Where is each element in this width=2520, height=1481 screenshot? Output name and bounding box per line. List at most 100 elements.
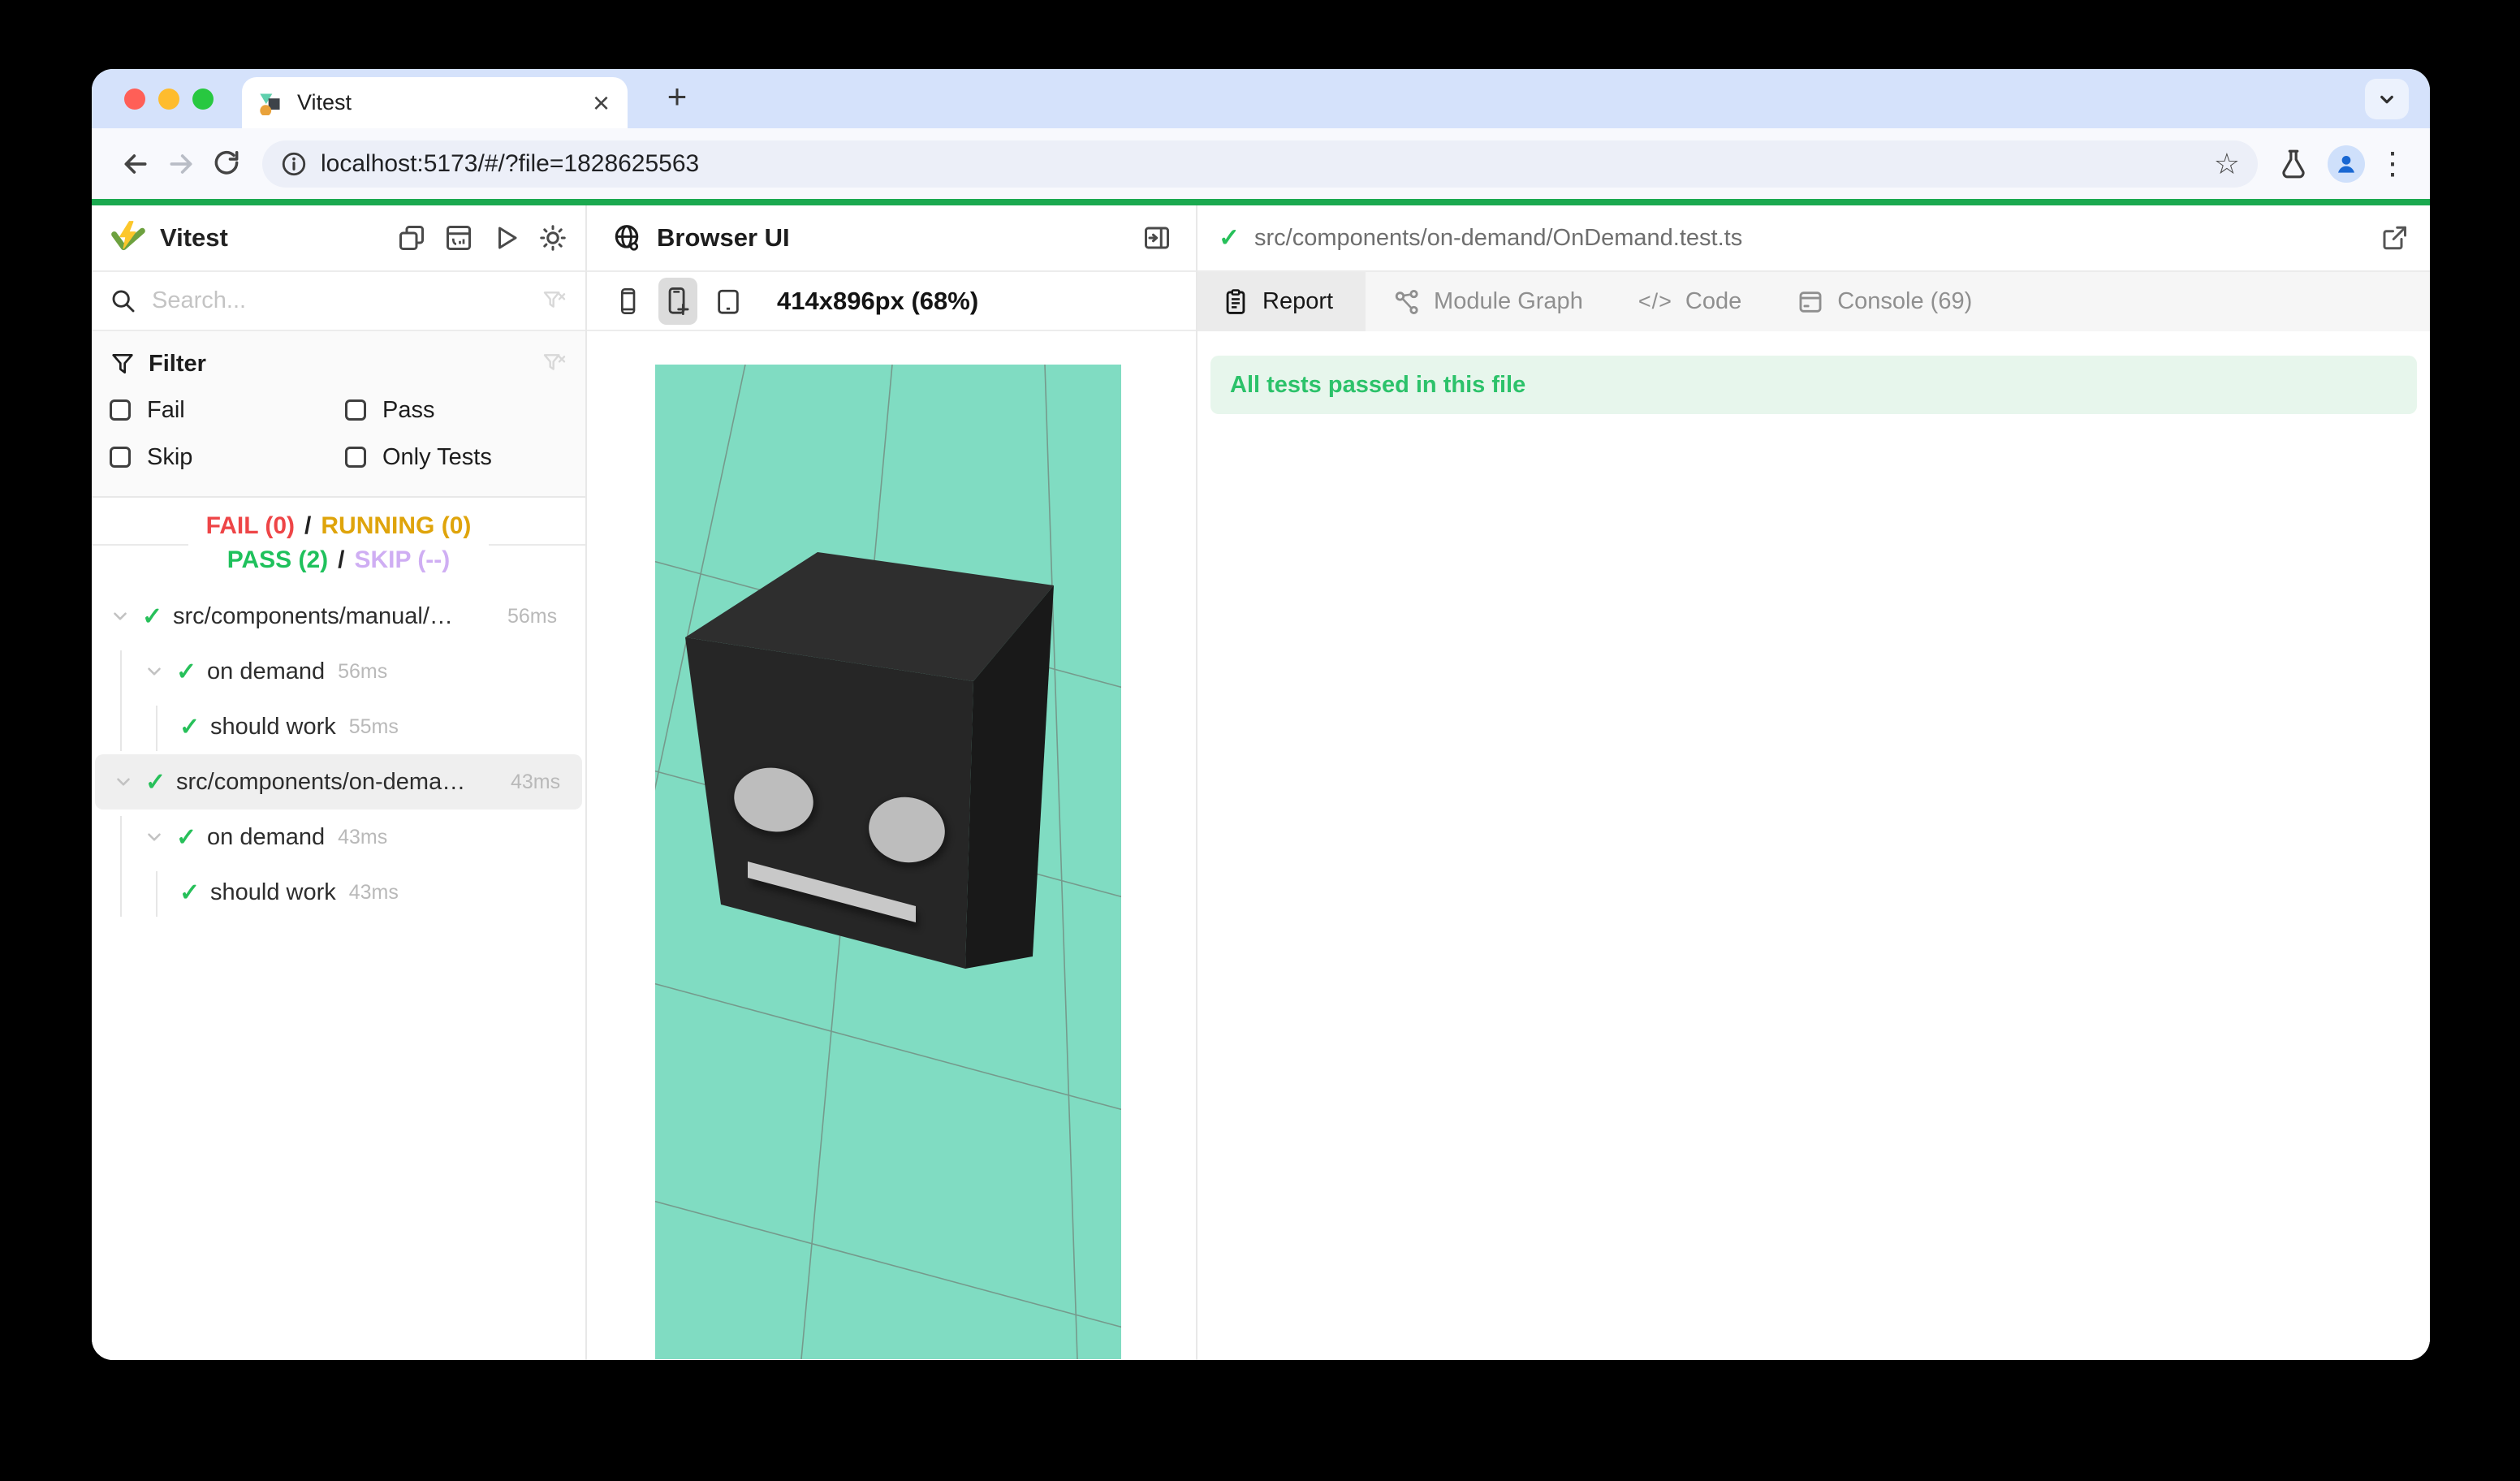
open-external-icon[interactable] [2380,223,2409,253]
tree-row-suite[interactable]: ✓ on demand 43ms [92,810,585,865]
url-text[interactable]: localhost:5173/#/?file=1828625563 [321,150,2214,178]
device-phone-button[interactable] [608,278,647,325]
run-summary: FAIL (0)/RUNNING (0) PASS (2)/SKIP (--) [92,498,585,589]
tree-label: src/components/on-dema… [176,769,498,796]
close-tab-icon[interactable]: × [593,89,610,118]
tree-label: should work [210,879,336,906]
experiments-button[interactable] [2271,141,2316,187]
browser-ui-panel: Browser UI 414x896px (68%) [587,205,1197,1360]
profile-avatar[interactable] [2328,145,2365,183]
flask-icon [2278,149,2309,179]
tree-row-file-selected[interactable]: ✓ src/components/on-dema… 43ms [95,754,582,810]
tree-duration: 43ms [511,771,560,794]
pass-check-icon: ✓ [142,602,173,631]
checkbox[interactable] [345,399,366,421]
chevron-down-icon[interactable] [144,661,176,682]
theme-sun-icon[interactable] [538,223,567,253]
console-icon [1797,288,1824,316]
address-bar[interactable]: localhost:5173/#/?file=1828625563 ☆ [262,140,2258,188]
summary-line-1: FAIL (0)/RUNNING (0) [206,509,472,543]
tree-label: should work [210,714,336,740]
windows-overlap-icon[interactable] [397,223,426,253]
person-icon [2333,151,2359,177]
device-toolbar: 414x896px (68%) [587,272,1196,331]
arrow-right-icon [165,148,197,180]
tree-row-file[interactable]: ✓ src/components/manual/… 56ms [92,589,585,644]
window-controls [124,89,214,110]
device-phone-plus-button[interactable] [658,278,697,325]
tree-duration: 43ms [349,881,399,905]
file-header: ✓ src/components/on-demand/OnDemand.test… [1197,205,2430,272]
phone-plus-icon [664,286,692,317]
chevron-down-icon[interactable] [113,771,145,792]
device-tablet-button[interactable] [709,278,748,325]
browser-toolbar: localhost:5173/#/?file=1828625563 ☆ ⋮ [92,128,2430,199]
tree-row-test[interactable]: ✓ should work 43ms [92,865,585,920]
tab-strip: Vitest × + [92,69,2430,128]
details-tab-bar: Report Module Graph </> Code Console (69… [1197,272,2430,331]
chevron-down-icon[interactable] [144,827,176,848]
filter-checkbox-pass[interactable]: Pass [345,386,567,434]
tree-duration: 55ms [349,715,399,739]
forward-button[interactable] [158,141,204,187]
globe-icon [611,222,642,253]
pass-check-icon: ✓ [1219,223,1240,253]
robot-cube [685,552,1054,969]
tab-console[interactable]: Console (69) [1769,272,2000,331]
test-tree: ✓ src/components/manual/… 56ms ✓ on dema… [92,589,585,1360]
browser-window: Vitest × + localhost:5173/#/?file=182862… [92,69,2430,1360]
tab-code[interactable]: </> Code [1611,272,1769,331]
filter-checkbox-skip[interactable]: Skip [110,434,345,481]
tree-row-suite[interactable]: ✓ on demand 56ms [92,644,585,699]
clear-filter-icon[interactable] [542,351,567,377]
sidebar-header: Vitest [92,205,585,272]
browser-tab[interactable]: Vitest × [242,77,628,128]
tab-search-button[interactable] [2365,79,2409,119]
checkbox[interactable] [345,447,366,468]
search-input[interactable] [150,287,542,315]
browser-preview-canvas[interactable] [655,365,1121,1359]
tree-duration: 56ms [338,660,387,684]
filter-checkbox-only-tests[interactable]: Only Tests [345,434,567,481]
tree-duration: 43ms [338,826,387,849]
reload-button[interactable] [204,141,249,187]
chevron-down-icon[interactable] [110,606,142,627]
back-button[interactable] [113,141,158,187]
run-all-icon[interactable] [491,223,520,253]
checkbox[interactable] [110,399,131,421]
phone-icon [615,287,641,316]
tab-title: Vitest [297,90,593,115]
dashboard-icon[interactable] [444,223,473,253]
tree-label: on demand [207,824,325,851]
minimize-window-button[interactable] [158,89,179,110]
new-tab-button[interactable]: + [656,76,698,118]
report-clipboard-icon [1222,288,1249,316]
tab-module-graph[interactable]: Module Graph [1366,272,1611,331]
site-info-icon[interactable] [280,150,308,178]
banner-text: All tests passed in this file [1230,372,1525,399]
clear-filter-icon[interactable] [542,288,567,314]
tab-label: Console (69) [1837,288,1972,315]
dock-panel-icon[interactable] [1142,223,1172,253]
report-body: All tests passed in this file [1197,331,2430,1360]
preview-stage [587,331,1196,1360]
tab-label: Module Graph [1434,288,1583,315]
file-path: src/components/on-demand/OnDemand.test.t… [1254,225,2380,252]
close-window-button[interactable] [124,89,145,110]
maximize-window-button[interactable] [192,89,214,110]
tree-row-test[interactable]: ✓ should work 55ms [92,699,585,754]
sidebar: Vitest Filter [92,205,587,1360]
bookmark-star-icon[interactable]: ☆ [2214,147,2240,181]
arrow-left-icon [119,148,152,180]
tree-duration: 56ms [507,605,557,628]
checkbox[interactable] [110,447,131,468]
browser-menu-button[interactable]: ⋮ [2376,145,2409,182]
test-progress-bar [92,199,2430,205]
tab-report[interactable]: Report [1197,272,1366,331]
filter-checkbox-fail[interactable]: Fail [110,386,345,434]
vitest-favicon [258,91,283,115]
reload-icon [211,149,242,179]
viewport-size-label[interactable]: 414x896px (68%) [777,287,978,316]
search-icon [110,287,137,315]
search-bar [92,272,585,331]
